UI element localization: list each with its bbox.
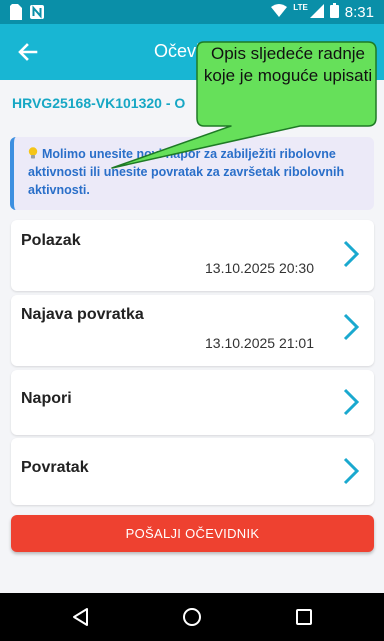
card-title: Napori <box>21 390 72 407</box>
card-date: 13.10.2025 21:01 <box>205 335 314 351</box>
sim-icon <box>10 4 22 25</box>
card-povratak[interactable]: Povratak <box>11 438 374 505</box>
lightbulb-icon <box>28 147 38 159</box>
card-najava-povratka[interactable]: Najava povratka 13.10.2025 21:01 <box>11 295 374 366</box>
card-title: Polazak <box>21 232 81 249</box>
wifi-icon <box>271 3 288 22</box>
chevron-right-icon <box>343 313 360 341</box>
card-napori[interactable]: Napori <box>11 370 374 435</box>
page-title: Očevi <box>154 41 201 61</box>
network-type-label: LTE <box>293 3 308 12</box>
battery-icon <box>329 3 339 22</box>
square-recents-icon[interactable] <box>293 606 315 628</box>
signal-icon <box>309 3 324 22</box>
card-title: Najava povratka <box>21 306 144 323</box>
clock: 8:31 <box>344 4 374 21</box>
chevron-right-icon <box>343 457 360 485</box>
arrow-left-icon <box>18 43 38 61</box>
card-title: Povratak <box>21 459 89 476</box>
n-notification-icon <box>30 5 44 24</box>
voyage-identifier: HRVG25168-VK101320 - O <box>12 95 186 111</box>
triangle-back-icon[interactable] <box>70 606 92 628</box>
chevron-right-icon <box>343 388 360 416</box>
chevron-right-icon <box>343 240 360 268</box>
app-bar: Očevi <box>0 24 384 80</box>
circle-home-icon[interactable] <box>181 606 203 628</box>
send-report-button[interactable]: POŠALJI OČEVIDNIK <box>11 515 374 552</box>
info-message: Molimo unesite novi napor za zabilježiti… <box>10 137 374 210</box>
card-date: 13.10.2025 20:30 <box>205 260 314 276</box>
status-bar: LTE 8:31 <box>0 0 384 24</box>
back-button[interactable] <box>12 36 44 68</box>
card-polazak[interactable]: Polazak 13.10.2025 20:30 <box>11 220 374 291</box>
system-navigation-bar <box>0 593 384 641</box>
info-text: Molimo unesite novi napor za zabilježiti… <box>28 147 345 197</box>
